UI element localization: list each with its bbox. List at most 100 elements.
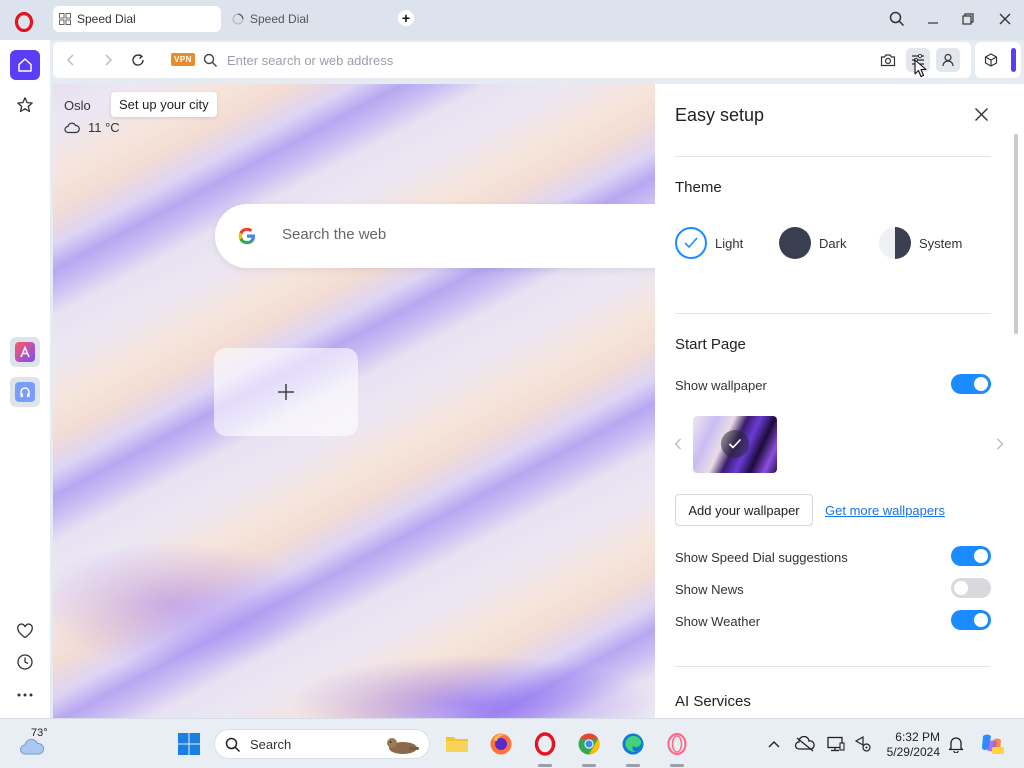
profile-button[interactable] — [936, 48, 960, 72]
taskbar-time: 6:32 PM — [895, 730, 940, 744]
taskbar-clock[interactable]: 6:32 PM 5/29/2024 — [884, 730, 940, 760]
cloud-icon — [64, 122, 80, 133]
taskbar-search-box[interactable]: Search — [214, 729, 430, 759]
firefox-icon[interactable] — [487, 730, 515, 758]
network-settings-icon[interactable] — [849, 730, 877, 758]
chrome-running-indicator — [582, 764, 596, 767]
panel-scrollbar[interactable] — [1014, 134, 1018, 334]
chrome-icon[interactable] — [575, 730, 603, 758]
tab-label: Speed Dial — [250, 12, 309, 26]
theme-section-title: Theme — [675, 179, 722, 196]
opera-logo-icon[interactable] — [14, 12, 34, 32]
aria-icon — [15, 342, 35, 362]
add-speed-dial-tile[interactable] — [214, 348, 358, 436]
taskbar-search-icon — [225, 737, 241, 753]
home-icon — [18, 58, 32, 72]
history-button[interactable] — [10, 647, 40, 677]
vpn-badge[interactable]: VPN — [171, 53, 195, 66]
divider — [675, 666, 991, 667]
toggle-knob — [954, 581, 968, 595]
plus-icon — [278, 384, 294, 400]
notification-bell-icon[interactable] — [942, 730, 970, 758]
otter-doodle-icon — [387, 738, 419, 754]
edge-icon[interactable] — [619, 730, 647, 758]
wallpaper-next-icon[interactable] — [994, 436, 1006, 452]
show-news-label: Show News — [675, 582, 744, 597]
address-bar: VPN — [53, 42, 971, 78]
forward-icon[interactable] — [99, 51, 117, 69]
show-weather-toggle[interactable] — [951, 610, 991, 630]
speed-dial-grid-icon — [59, 13, 71, 25]
set-city-tooltip[interactable]: Set up your city — [111, 92, 217, 117]
opera-gx-running-indicator — [670, 764, 684, 767]
weather-widget[interactable]: 11 °C — [64, 120, 120, 135]
heart-icon — [17, 623, 33, 639]
tab-label: Speed Dial — [77, 12, 136, 26]
toggle-knob — [974, 377, 988, 391]
weather-temperature: 11 °C — [88, 120, 120, 135]
pinboards-button[interactable] — [10, 616, 40, 646]
close-window-icon[interactable] — [995, 9, 1015, 29]
theme-system-label: System — [919, 235, 963, 251]
tab-speed-dial-active[interactable]: Speed Dial — [53, 6, 221, 32]
extensions-cube-icon[interactable] — [982, 51, 1000, 69]
bookmarks-button[interactable] — [10, 90, 40, 120]
address-input[interactable] — [227, 50, 827, 70]
add-wallpaper-button[interactable]: Add your wallpaper — [675, 494, 813, 526]
taskbar-date: 5/29/2024 — [886, 745, 940, 759]
back-icon[interactable] — [62, 51, 80, 69]
minimize-icon[interactable] — [923, 9, 943, 29]
windows-taskbar: 73° Search 6:32 PM 5/29/2024 — [0, 718, 1024, 768]
display-icon[interactable] — [822, 730, 850, 758]
divider — [675, 156, 991, 157]
copilot-icon[interactable] — [978, 730, 1006, 758]
user-icon — [942, 53, 954, 67]
theme-light-label: Light — [715, 235, 744, 251]
home-button[interactable] — [10, 50, 40, 80]
mouse-cursor-icon — [914, 59, 927, 78]
file-explorer-icon[interactable] — [443, 730, 471, 758]
aria-button[interactable] — [10, 337, 40, 367]
divider — [675, 313, 991, 314]
sidebar — [0, 40, 50, 718]
onedrive-offline-icon[interactable] — [791, 730, 819, 758]
theme-system-option[interactable]: System — [879, 227, 962, 259]
opera-gx-icon[interactable] — [663, 730, 691, 758]
tab-speed-dial-loading[interactable]: Speed Dial — [226, 6, 386, 32]
show-wallpaper-toggle[interactable] — [951, 374, 991, 394]
toggle-knob — [974, 549, 988, 563]
show-news-toggle[interactable] — [951, 578, 991, 598]
reload-icon[interactable] — [129, 51, 147, 69]
title-bar: Speed Dial Speed Dial + — [0, 0, 1024, 40]
theme-light-swatch — [675, 227, 707, 259]
show-weather-label: Show Weather — [675, 614, 761, 629]
windows-start-icon[interactable] — [175, 730, 203, 758]
theme-light-option[interactable]: Light — [675, 227, 743, 259]
weather-city[interactable]: Oslo — [64, 98, 91, 113]
wallpaper-thumbnail[interactable] — [693, 416, 777, 473]
wallpaper-prev-icon[interactable] — [672, 436, 684, 452]
close-panel-icon[interactable] — [971, 104, 991, 124]
music-player-button[interactable] — [10, 377, 40, 407]
theme-dark-swatch — [779, 227, 811, 259]
sidebar-accent-indicator — [1011, 48, 1016, 72]
ai-services-section-title: AI Services — [675, 693, 751, 710]
snapshot-camera-icon[interactable] — [879, 51, 897, 69]
speed-dial-suggestions-toggle[interactable] — [951, 546, 991, 566]
theme-dark-option[interactable]: Dark — [779, 227, 846, 259]
new-tab-button[interactable]: + — [398, 10, 414, 26]
restore-icon[interactable] — [958, 9, 978, 29]
start-page-section-title: Start Page — [675, 336, 746, 353]
opera-taskbar-icon[interactable] — [531, 730, 559, 758]
more-dots-icon — [17, 693, 33, 697]
web-search-box[interactable] — [215, 204, 655, 268]
show-wallpaper-label: Show wallpaper — [675, 378, 767, 393]
get-more-wallpapers-link[interactable]: Get more wallpapers — [825, 503, 945, 518]
show-hidden-icons-chevron-icon[interactable] — [760, 730, 788, 758]
loading-spinner-icon — [232, 13, 244, 25]
search-web-input[interactable] — [282, 226, 582, 243]
clock-icon — [17, 654, 33, 670]
tab-search-icon[interactable] — [887, 9, 907, 29]
sidebar-more-button[interactable] — [10, 680, 40, 710]
extensions-area — [975, 42, 1021, 78]
